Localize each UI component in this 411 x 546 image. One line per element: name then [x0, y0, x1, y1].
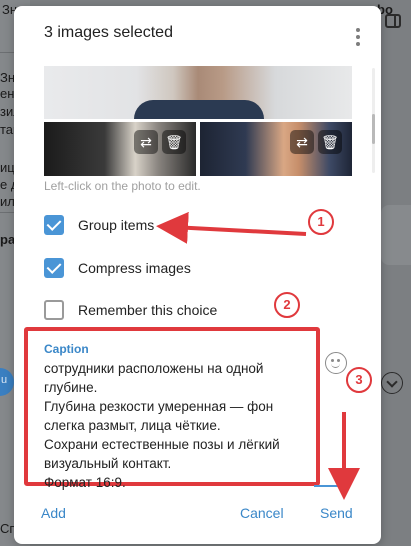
annotation-overlay: [156, 211, 360, 500]
annotation-badge: 1: [308, 209, 334, 235]
annotation-badge: 3: [346, 367, 372, 393]
annotation-badge: 2: [274, 292, 300, 318]
annotation-arrow: [156, 211, 307, 244]
